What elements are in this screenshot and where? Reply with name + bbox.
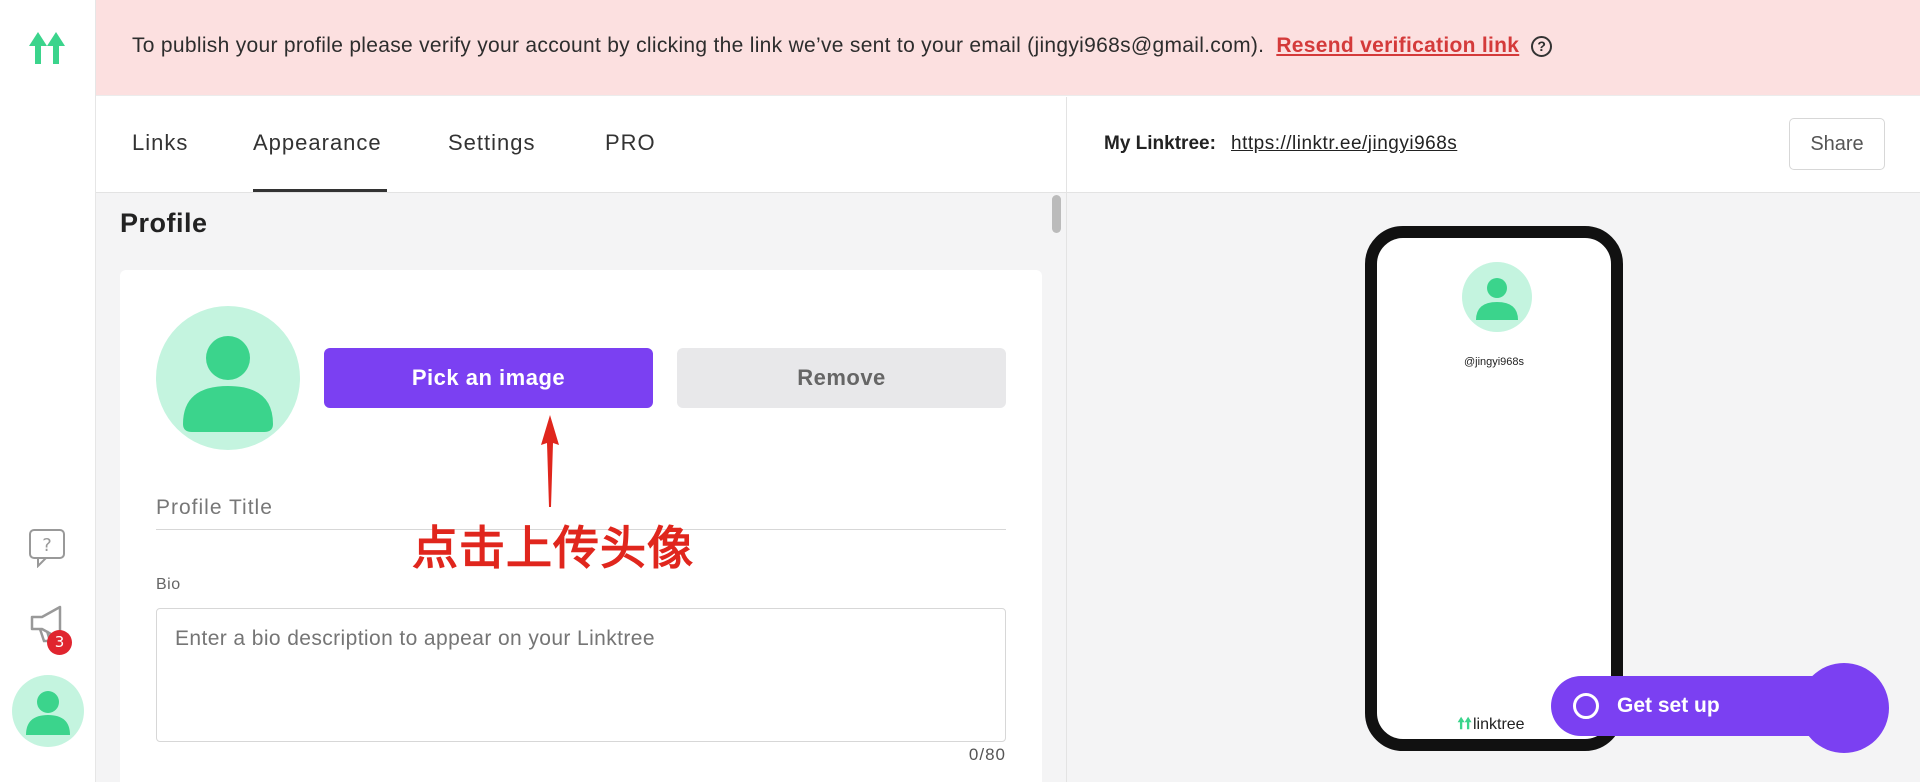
pick-image-button[interactable]: Pick an image [324,348,653,408]
active-tab-indicator [253,189,387,192]
tab-pro[interactable]: PRO [605,130,656,156]
verification-banner: To publish your profile please verify yo… [96,0,1920,96]
preview-header: My Linktree: https://linktr.ee/jingyi968… [1067,97,1920,193]
resend-verification-link[interactable]: Resend verification link [1276,34,1519,57]
help-chat-icon[interactable]: ? [28,528,66,569]
share-button[interactable]: Share [1789,118,1885,170]
profile-avatar [156,306,300,450]
banner-text: To publish your profile please verify yo… [132,34,1553,58]
preview-label: My Linktree: [1104,133,1216,154]
annotation-arrow-icon [530,415,570,507]
tab-links[interactable]: Links [132,130,188,156]
sidebar: ? 3 [0,0,96,782]
check-circle-icon [1573,693,1599,719]
scrollbar[interactable] [1052,195,1061,233]
avatar[interactable] [12,675,84,747]
preview-avatar [1462,262,1532,332]
get-set-up-label: Get set up [1617,694,1720,717]
editor-panel: Profile Pick an image Remove Profile Tit… [96,193,1066,782]
preview-brand: linktree [1457,716,1557,734]
tab-settings[interactable]: Settings [448,130,536,156]
phone-preview: @jingyi968s linktree [1365,226,1623,751]
svg-text:?: ? [42,535,52,556]
linktree-mini-logo-icon [1457,716,1472,730]
annotation-text: 点击上传头像 [412,521,694,575]
notification-badge: 3 [47,630,72,655]
help-icon[interactable]: ? [1531,36,1553,57]
preview-brand-text: linktree [1473,716,1525,733]
editor-tabs: Links Appearance Settings PRO [96,97,1066,193]
section-title: Profile [120,208,208,238]
remove-image-button[interactable]: Remove [677,348,1006,408]
chat-fab-button[interactable] [1799,663,1889,753]
bio-label: Bio [156,576,181,593]
linktree-logo-icon[interactable] [28,30,68,66]
preview-handle: @jingyi968s [1463,356,1525,368]
preview-pane: My Linktree: https://linktr.ee/jingyi968… [1066,97,1920,782]
preview-url-link[interactable]: https://linktr.ee/jingyi968s [1231,133,1457,155]
tab-appearance[interactable]: Appearance [253,130,382,156]
bio-input[interactable] [156,608,1006,742]
banner-message: To publish your profile please verify yo… [132,34,1265,57]
bio-character-counter: 0/80 [968,745,1006,764]
